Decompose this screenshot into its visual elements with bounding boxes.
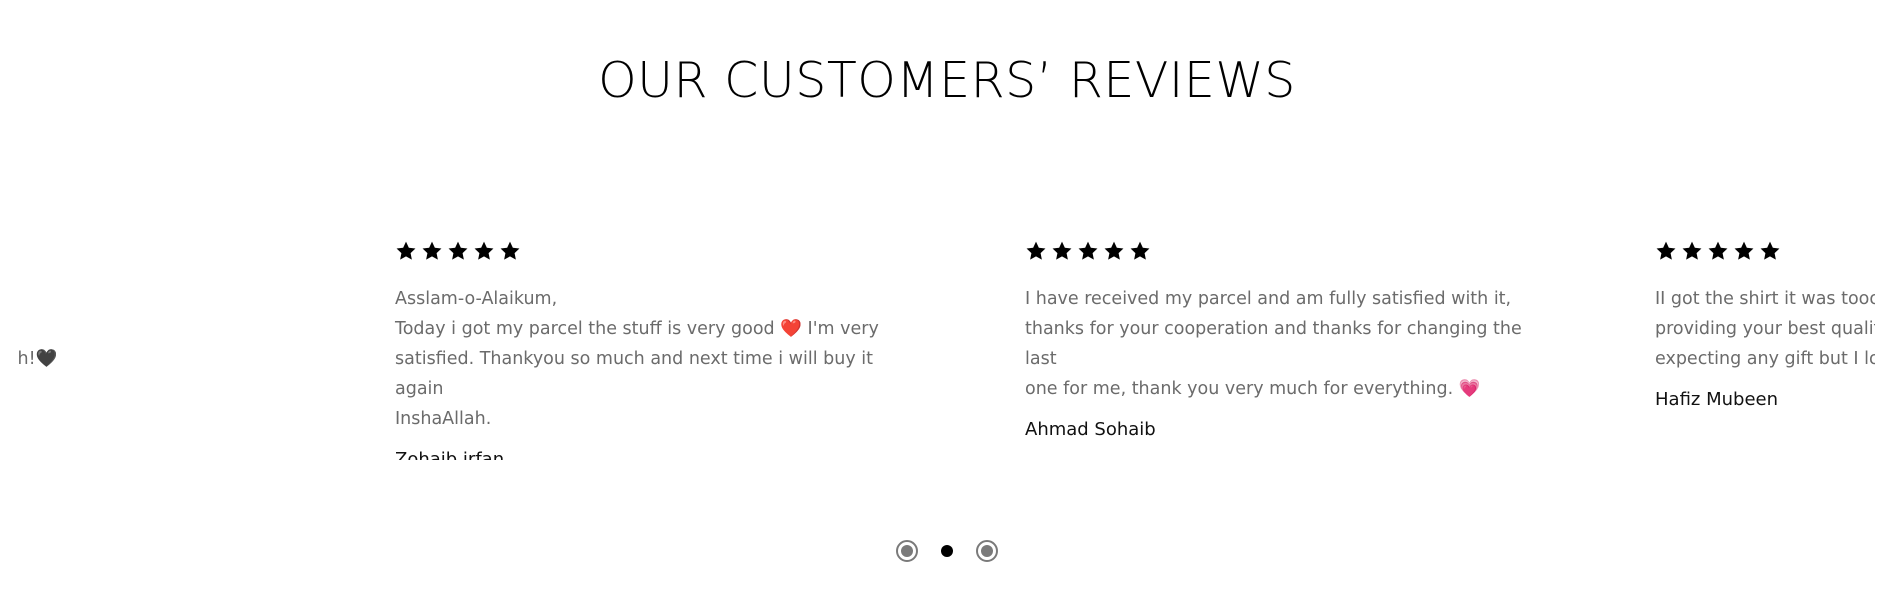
star-icon	[1681, 240, 1703, 262]
pagination-dot-2[interactable]	[936, 540, 958, 562]
review-text: II got the shirt it was tooo providing y…	[1655, 289, 1875, 369]
star-icon	[421, 240, 443, 262]
star-icon	[1655, 240, 1677, 262]
star-rating	[1025, 240, 1545, 262]
star-icon	[1129, 240, 1151, 262]
section-title: OUR CUSTOMERS’ REVIEWS	[598, 52, 1296, 109]
review-card: I have received my parcel and am fully s…	[1025, 240, 1545, 460]
star-icon	[1707, 240, 1729, 262]
star-icon	[473, 240, 495, 262]
star-icon	[1759, 240, 1781, 262]
dot-fill	[981, 545, 993, 557]
star-icon	[499, 240, 521, 262]
star-icon	[1025, 240, 1047, 262]
star-icon	[395, 240, 417, 262]
star-icon	[1103, 240, 1125, 262]
star-icon	[1733, 240, 1755, 262]
carousel-pagination	[0, 540, 1894, 562]
reviewer-name: Zohaib irfan	[395, 449, 505, 460]
reviewer-name: Hafiz Mubeen	[1655, 389, 1778, 410]
star-icon	[1051, 240, 1073, 262]
pagination-dot-1[interactable]	[896, 540, 918, 562]
reviews-carousel[interactable]: d mayn. Thank you for d the gift (Mask) …	[19, 240, 1875, 460]
dot-fill	[941, 545, 953, 557]
reviewer-name: Ahmad Sohaib	[1025, 419, 1156, 440]
star-icon	[447, 240, 469, 262]
star-icon	[1077, 240, 1099, 262]
reviews-section: OUR CUSTOMERS’ REVIEWS d mayn. Thank you…	[0, 0, 1894, 614]
star-rating	[1655, 240, 1875, 262]
star-rating	[19, 240, 309, 262]
dot-fill	[901, 545, 913, 557]
review-text: Asslam-o-Alaikum, Today i got my parcel …	[395, 289, 879, 429]
review-card: Asslam-o-Alaikum, Today i got my parcel …	[395, 240, 915, 460]
review-card: d mayn. Thank you for d the gift (Mask) …	[19, 240, 309, 460]
pagination-dot-3[interactable]	[976, 540, 998, 562]
star-rating	[395, 240, 915, 262]
review-text: d mayn. Thank you for d the gift (Mask) …	[19, 349, 58, 369]
review-text: I have received my parcel and am fully s…	[1025, 289, 1522, 399]
review-card: II got the shirt it was tooo providing y…	[1655, 240, 1875, 460]
